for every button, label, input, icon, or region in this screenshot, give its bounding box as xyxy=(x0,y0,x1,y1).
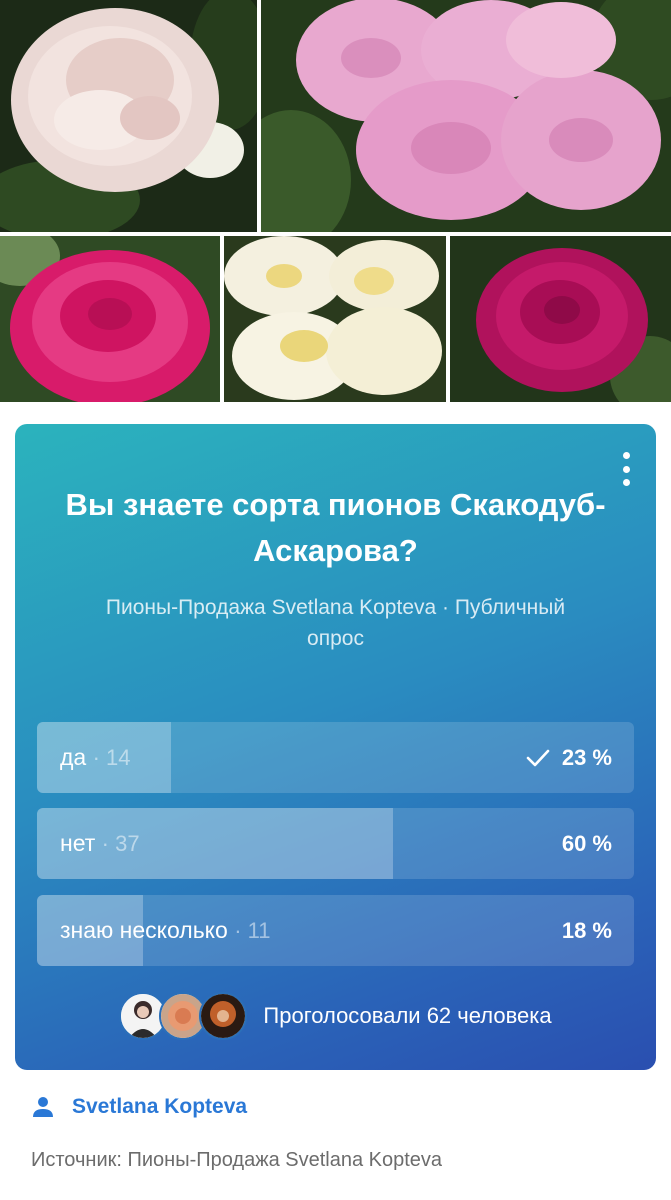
voters-count-text: Проголосовали 62 человека xyxy=(263,1003,552,1028)
poll-title: Вы знаете сорта пионов Скакодуб-Аскарова… xyxy=(65,487,606,568)
poll-option-label: знаю несколько xyxy=(60,917,228,943)
poll-option-label: нет xyxy=(60,830,96,856)
poll-option-count: · 11 xyxy=(234,918,271,943)
poll-option-percent: 18 % xyxy=(561,918,612,943)
photo-magenta-peony[interactable] xyxy=(0,236,220,402)
poll-option-yes[interactable]: да · 14 23 % xyxy=(37,722,634,793)
photo-pink-peonies-cluster[interactable] xyxy=(261,0,671,232)
author-name: Svetlana Kopteva xyxy=(72,1095,248,1118)
poll-voters[interactable]: Проголосовали 62 человека xyxy=(15,992,656,1040)
photo-crimson-peony[interactable] xyxy=(450,236,671,402)
poll-option-percent: 23 % xyxy=(561,745,612,770)
source-caption: Источник: Пионы-Продажа Svetlana Kopteva xyxy=(31,1149,443,1171)
person-icon xyxy=(33,1097,53,1117)
photo-gallery xyxy=(0,0,671,402)
poll-option-no[interactable]: нет · 37 60 % xyxy=(37,808,634,879)
poll-card: Вы знаете сорта пионов Скакодуб-Аскарова… xyxy=(15,424,656,1070)
author-link[interactable]: Svetlana Kopteva xyxy=(32,1095,247,1119)
poll-option-percent: 60 % xyxy=(561,831,612,856)
avatar xyxy=(199,992,248,1040)
more-vertical-icon[interactable] xyxy=(618,452,634,486)
poll-option-count: · 14 xyxy=(92,745,131,770)
poll-option-label: да xyxy=(60,744,87,770)
poll-subtitle: Пионы-Продажа Svetlana Kopteva · Публичн… xyxy=(105,596,566,650)
photo-cream-peonies[interactable] xyxy=(224,236,446,402)
poll-option-some[interactable]: знаю несколько · 11 18 % xyxy=(37,895,634,966)
photo-pale-pink-peony[interactable] xyxy=(0,0,257,232)
check-icon xyxy=(526,749,550,766)
poll-option-count: · 37 xyxy=(101,831,140,856)
voter-avatars xyxy=(119,992,248,1040)
